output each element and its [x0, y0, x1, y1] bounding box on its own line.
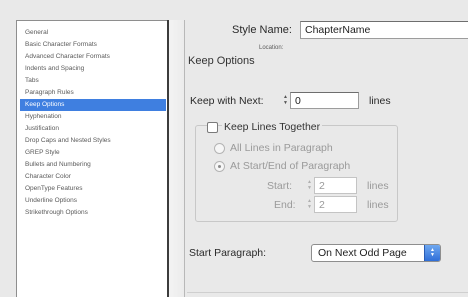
keep-with-next-unit: lines [369, 95, 391, 107]
category-item-hyphenation[interactable]: Hyphenation [20, 111, 166, 123]
category-item-basic-character-formats[interactable]: Basic Character Formats [20, 39, 166, 51]
keep-with-next-label: Keep with Next: [190, 95, 264, 107]
end-stepper[interactable]: ▲ ▼ [306, 197, 313, 211]
stepper-down-icon: ▼ [307, 204, 312, 210]
category-item-character-color[interactable]: Character Color [20, 171, 166, 183]
category-item-paragraph-rules[interactable]: Paragraph Rules [20, 87, 166, 99]
all-lines-radio[interactable] [214, 143, 225, 154]
start-paragraph-label: Start Paragraph: [189, 247, 267, 259]
end-label: End: [274, 199, 296, 211]
category-item-strikethrough-options[interactable]: Strikethrough Options [20, 207, 166, 219]
keep-lines-together-checkbox[interactable] [207, 122, 218, 133]
category-item-tabs[interactable]: Tabs [20, 75, 166, 87]
start-label: Start: [267, 180, 293, 192]
start-end-label: At Start/End of Paragraph [230, 160, 351, 172]
divider [187, 292, 468, 293]
category-list-scrollbar[interactable] [167, 20, 185, 297]
start-paragraph-select[interactable]: On Next Odd Page ▲ ▼ [311, 244, 441, 262]
category-item-underline-options[interactable]: Underline Options [20, 195, 166, 207]
end-input[interactable]: 2 [314, 196, 357, 213]
popup-arrows-icon: ▲ ▼ [424, 245, 440, 261]
category-item-drop-caps-and-nested-styles[interactable]: Drop Caps and Nested Styles [20, 135, 166, 147]
start-stepper[interactable]: ▲ ▼ [306, 178, 313, 192]
style-name-label: Style Name: [232, 24, 292, 36]
category-item-bullets-and-numbering[interactable]: Bullets and Numbering [20, 159, 166, 171]
category-item-keep-options[interactable]: Keep Options [20, 99, 166, 111]
stepper-down-icon: ▼ [283, 100, 288, 106]
category-item-opentype-features[interactable]: OpenType Features [20, 183, 166, 195]
start-end-radio[interactable] [214, 161, 225, 172]
section-title: Keep Options [188, 55, 255, 67]
location-label: Location: [259, 45, 284, 51]
keep-with-next-input[interactable]: 0 [290, 92, 359, 109]
paragraph-style-options-dialog: General Basic Character Formats Advanced… [0, 0, 468, 297]
category-item-general[interactable]: General [20, 27, 166, 39]
start-paragraph-value: On Next Odd Page [318, 247, 407, 259]
start-input[interactable]: 2 [314, 177, 357, 194]
category-list: General Basic Character Formats Advanced… [16, 20, 167, 297]
category-item-justification[interactable]: Justification [20, 123, 166, 135]
stepper-down-icon: ▼ [307, 185, 312, 191]
keep-with-next-stepper[interactable]: ▲ ▼ [282, 93, 289, 107]
start-unit: lines [367, 180, 389, 192]
end-unit: lines [367, 199, 389, 211]
category-item-grep-style[interactable]: GREP Style [20, 147, 166, 159]
category-item-indents-and-spacing[interactable]: Indents and Spacing [20, 63, 166, 75]
keep-lines-together-label[interactable]: Keep Lines Together [222, 121, 323, 133]
style-name-input[interactable]: ChapterName [300, 21, 468, 39]
category-item-advanced-character-formats[interactable]: Advanced Character Formats [20, 51, 166, 63]
all-lines-label: All Lines in Paragraph [230, 142, 333, 154]
